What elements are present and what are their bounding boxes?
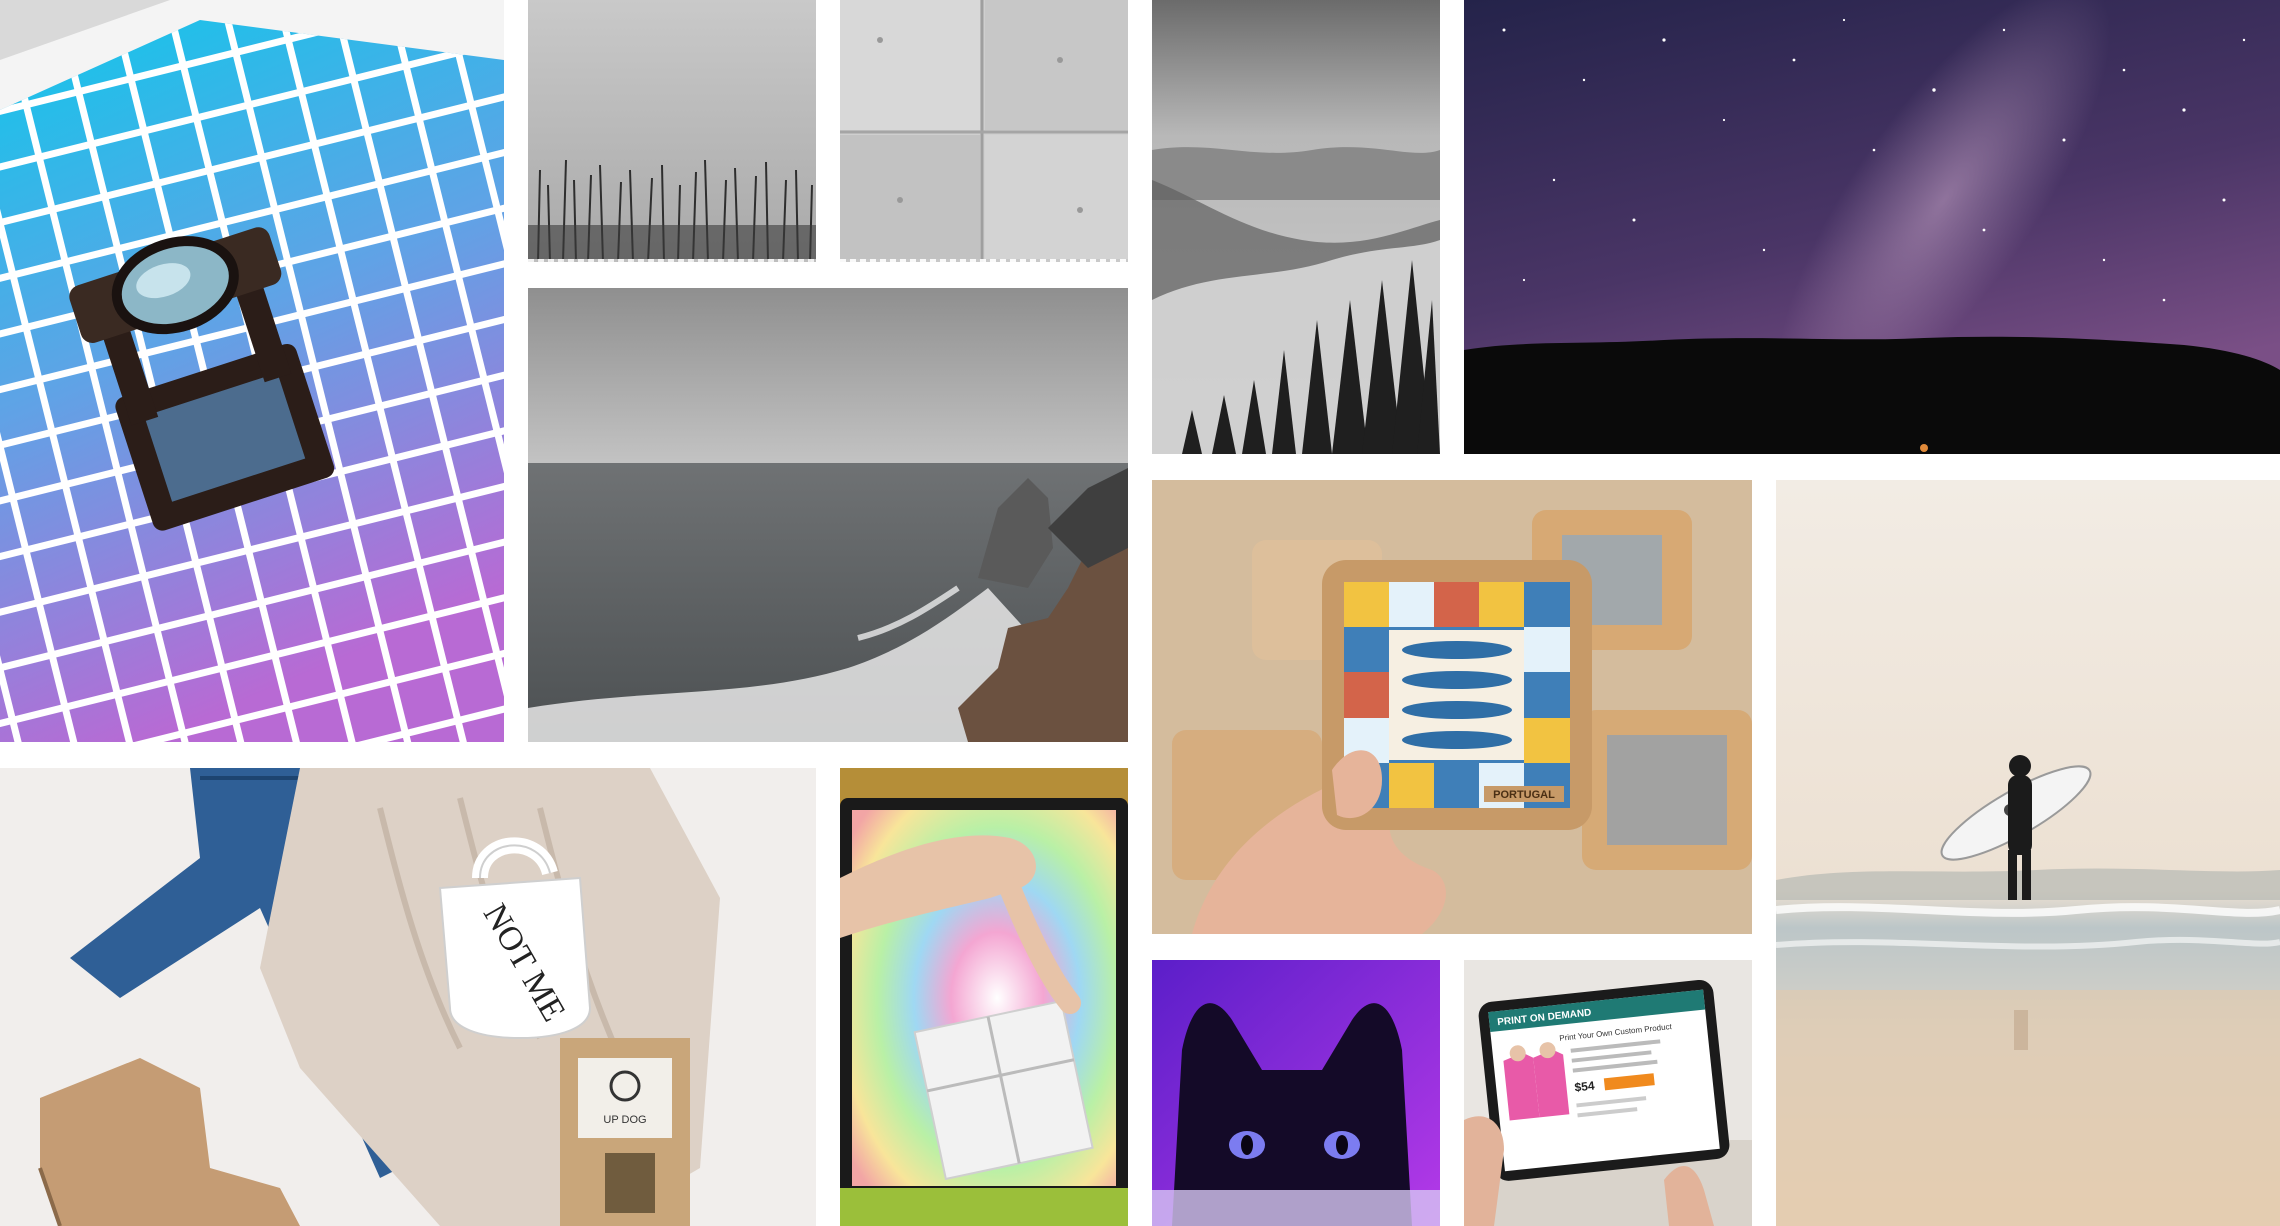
color-swatch-image <box>0 0 504 742</box>
concrete-wall-image <box>840 0 1128 262</box>
milky-way-image <box>1464 0 2280 454</box>
gallery-tile-surfer[interactable] <box>1776 480 2280 1226</box>
coaster-banner-text: PORTUGAL <box>1493 789 1555 801</box>
foggy-forest-image <box>1152 0 1440 454</box>
tile-coaster-image: PORTUGAL <box>1152 480 1752 934</box>
tea-label: UP DOG <box>603 1114 646 1126</box>
misty-reeds-image <box>528 0 816 262</box>
tablet-price-text: $54 <box>1574 1078 1596 1094</box>
package-screen-image <box>840 768 1128 1226</box>
gallery-tile-pod-tablet[interactable]: PRINT ON DEMAND Print Your Own Custom Pr… <box>1464 960 1752 1226</box>
flat-lay-image: NOT ME UP DOG <box>0 768 816 1226</box>
surfer-beach-image <box>1776 480 2280 1226</box>
gallery-tile-milky-way[interactable] <box>1464 0 2280 454</box>
gallery-tile-flat-lay[interactable]: NOT ME UP DOG <box>0 768 816 1226</box>
image-gallery: PORTUGAL NOT ME UP DOG PRINT ON DEMAND P… <box>0 0 2280 1226</box>
rocky-coast-image <box>528 288 1128 742</box>
gallery-tile-concrete-wall[interactable] <box>840 0 1128 262</box>
pod-tablet-image: PRINT ON DEMAND Print Your Own Custom Pr… <box>1464 960 1752 1226</box>
gallery-tile-purple-cat[interactable] <box>1152 960 1440 1226</box>
gallery-tile-coaster[interactable]: PORTUGAL <box>1152 480 1752 934</box>
gallery-tile-foggy-forest[interactable] <box>1152 0 1440 454</box>
gallery-tile-color-swatch[interactable] <box>0 0 504 742</box>
gallery-tile-misty-reeds[interactable] <box>528 0 816 262</box>
purple-cat-image <box>1152 960 1440 1226</box>
gallery-tile-rocky-coast[interactable] <box>528 288 1128 742</box>
gallery-tile-package[interactable] <box>840 768 1128 1226</box>
